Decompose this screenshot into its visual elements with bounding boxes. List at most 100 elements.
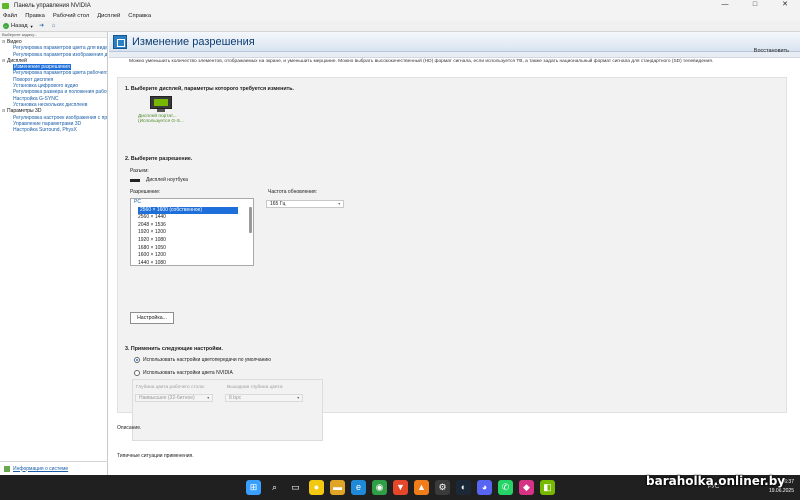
menu-edit[interactable]: Правка [25,13,45,19]
tree-item-label: Дисплей [7,57,27,64]
nvidia-color-group: Глубина цвета рабочего стола: Выходная г… [132,379,323,441]
settings-icon[interactable]: ⚙ [435,480,450,495]
back-label: Назад [11,23,28,29]
chevron-down-icon: ▼ [337,202,341,206]
refresh-rate-value: 165 Гц [270,201,286,207]
radio-selected-icon [134,357,140,363]
desktop-depth-value: Наивысшее (32-битное) [139,395,195,401]
output-depth-value: 8 bpc [229,395,242,401]
resolution-value: 2560 × 1600 (собственное) [138,206,238,215]
close-button[interactable]: ✕ [770,0,800,11]
tree-item-label: Регулировка настроек изображения с просм… [13,114,107,121]
page-description: Можно уменьшить количество элементов, от… [129,59,714,64]
chrome-icon[interactable]: ◉ [372,480,387,495]
brave-icon[interactable]: ▼ [393,480,408,495]
display-gsync-note: (Используется G-S... [138,119,184,124]
resolution-option[interactable]: 1600 × 1200 [131,252,253,260]
discord-icon[interactable]: ◕ [477,480,492,495]
refresh-rate-select[interactable]: 165 Гц ▼ [266,200,344,208]
resolution-scrollbar[interactable] [249,207,252,233]
customize-button[interactable]: Настройка... [130,312,174,324]
sidebar-footer: Информация о системе [0,461,108,475]
resolution-value: 2048 × 1536 [138,221,166,228]
resolution-option[interactable]: 1920 × 1200 [131,229,253,237]
menu-display[interactable]: Дисплей [97,13,120,19]
section-1-title: 1. Выберите дисплей, параметры которого … [125,86,294,92]
desktop-depth-select[interactable]: Наивысшее (32-битное) ▼ [135,394,213,402]
menu-desktop[interactable]: Рабочий стол [53,13,89,19]
display-settings-icon [113,34,127,49]
menu-bar: Файл Правка Рабочий стол Дисплей Справка [0,11,800,21]
nvidia-app-icon [2,2,9,9]
typical-usage-heading: Типичные ситуации применения. [117,453,194,459]
tree-item-label: Управление параметрами 3D [13,120,82,127]
restore-bar: Восстановить [109,48,800,58]
back-dropdown-icon[interactable]: ▼ [30,24,34,29]
toolbar: ← Назад ▼ ➜ ⌂ [0,21,800,32]
tree-item-label: Настройка G-SYNC [13,95,59,102]
back-button[interactable]: ← Назад [3,23,30,29]
clock-date: 19.06.2025 [768,488,794,494]
window-title: Панель управления NVIDIA [14,2,91,9]
tree-item-label: Установка цифрового аудио [13,83,79,90]
refresh-rate-label: Частота обновления: [268,189,317,195]
resolution-list[interactable]: PC 2560 × 1600 (собственное) 2560 × 1440 2… [130,198,254,266]
menu-help[interactable]: Справка [128,13,151,19]
home-icon[interactable]: ⌂ [50,23,58,30]
task-view-icon[interactable]: ▭ [288,480,303,495]
tree-item-label: Регулировка параметров цвета рабочего ст… [13,70,107,77]
desktop-depth-label: Глубина цвета рабочего стола: [136,385,205,390]
resolution-option[interactable]: 2048 × 1536 [131,222,253,230]
task-sidebar: Выберите задачу... ⊟ Видео Регулировка пар… [0,32,108,475]
forward-icon[interactable]: ➜ [38,23,46,30]
tree-item-label: Установка нескольких дисплеев [13,101,88,108]
file-explorer-icon[interactable]: ▬ [330,480,345,495]
whatsapp-icon[interactable]: ✆ [498,480,513,495]
nvidia-icon[interactable]: ◧ [540,480,555,495]
app-orange-icon[interactable]: ▲ [414,480,429,495]
resolution-value: 2560 × 1440 [138,214,166,221]
tree-item-label: Регулировка параметров изображения для в… [13,51,107,58]
menu-file[interactable]: Файл [3,13,17,19]
resolution-option[interactable]: 1680 × 1050 [131,245,253,253]
steam-icon[interactable]: ◐ [456,480,471,495]
page-header: Изменение разрешения [109,32,800,52]
title-bar: Панель управления NVIDIA — □ ✕ [0,0,800,11]
resolution-option[interactable]: 1440 × 1080 [131,260,253,265]
tree-item-label: Регулировка параметров цвета для видео [13,45,107,52]
radio-default-label: Использовать настройки цветопередачи по … [143,357,271,363]
resolution-option[interactable]: 2560 × 1440 [131,214,253,222]
minimize-button[interactable]: — [710,0,740,11]
laptop-connector-icon [130,179,140,182]
section-2-title: 2. Выберите разрешение. [125,156,193,162]
resolution-group-pc: PC [134,199,141,205]
output-depth-select[interactable]: 8 bpc ▼ [225,394,303,402]
maximize-button[interactable]: □ [740,0,770,11]
edge-icon[interactable]: e [351,480,366,495]
system-info-link[interactable]: Информация о системе [13,466,68,472]
content-pane: Изменение разрешения Восстановить Можно … [109,32,800,475]
radio-nvidia-color[interactable]: Использовать настройки цвета NVIDIA [134,370,233,376]
start-icon[interactable]: ⊞ [246,480,261,495]
app-pink-icon[interactable]: ◆ [519,480,534,495]
radio-default-color[interactable]: Использовать настройки цветопередачи по … [134,357,271,363]
chevron-down-icon: ▼ [206,396,210,400]
description-heading: Описание. [117,425,142,431]
tree-item-label: Настройка Surround, PhysX [13,127,77,134]
search-icon[interactable]: ⌕ [267,480,282,495]
page-title: Изменение разрешения [132,35,255,48]
connector-value: Дисплей ноутбука [146,177,188,183]
tree-item[interactable]: Настройка Surround, PhysX [0,127,107,133]
resolution-label: Разрешение: [130,189,161,195]
tree-item-label: Регулировка размера и положения рабочего… [13,89,107,96]
section-3-title: 3. Применить следующие настройки. [125,346,223,352]
restore-defaults-link[interactable]: Восстановить [754,48,789,54]
resolution-option[interactable]: 2560 × 1600 (собственное) [131,206,253,215]
resolution-option[interactable]: 1920 × 1080 [131,237,253,245]
tree-item-label: Видео [7,39,22,45]
app-yellow-icon[interactable]: ● [309,480,324,495]
system-info-icon [4,465,10,472]
display-card[interactable]: Дисплей портат... (Используется G-S... [138,96,198,124]
tree-item-label: Параметры 3D [7,108,42,115]
radio-unselected-icon [134,370,140,376]
